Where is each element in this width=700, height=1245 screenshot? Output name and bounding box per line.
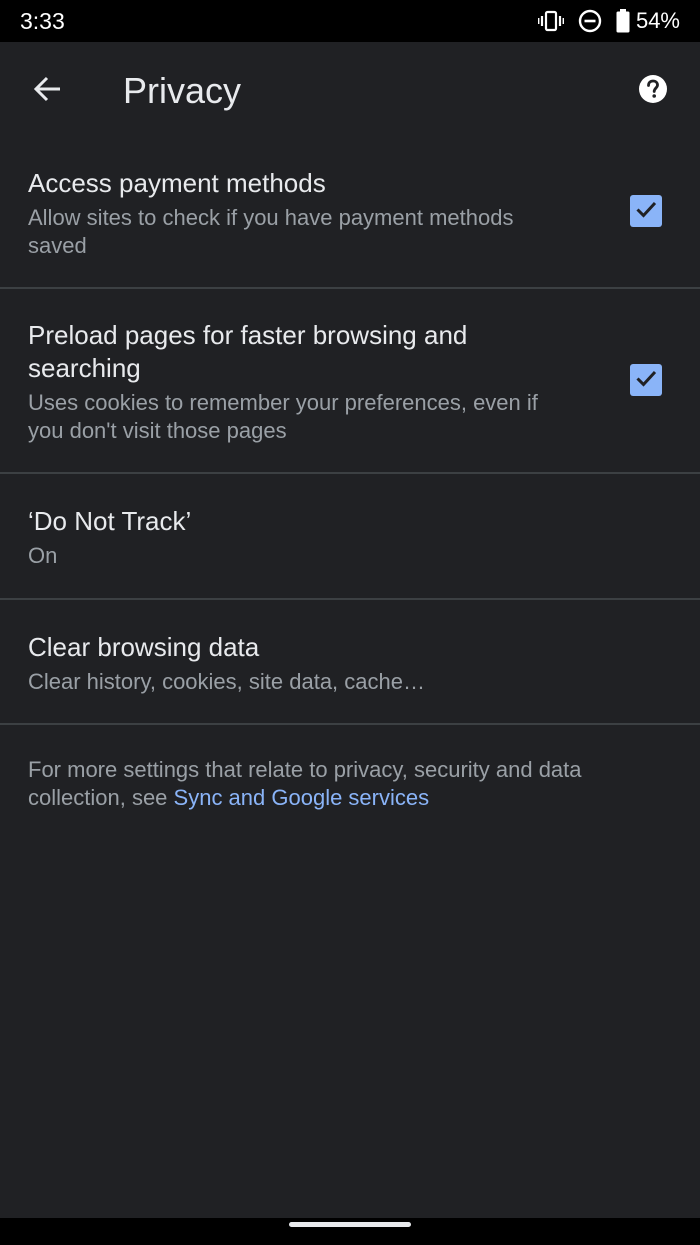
help-button[interactable] bbox=[628, 66, 678, 116]
sync-and-google-services-link[interactable]: Sync and Google services bbox=[174, 785, 430, 810]
setting-summary: On bbox=[28, 543, 58, 568]
privacy-settings-screen: 3:33 54% Privacy Access payment methods … bbox=[0, 0, 700, 1245]
setting-clear-browsing-data[interactable]: Clear browsing data Clear history, cooki… bbox=[0, 600, 700, 725]
app-bar: Privacy bbox=[0, 42, 700, 140]
setting-summary: Uses cookies to remember your preference… bbox=[28, 390, 538, 443]
payment-methods-checkbox[interactable] bbox=[630, 195, 662, 227]
help-icon bbox=[638, 74, 668, 109]
setting-summary: Clear history, cookies, site data, cache… bbox=[28, 669, 425, 694]
back-arrow-icon bbox=[32, 74, 62, 109]
vibrate-icon bbox=[537, 10, 564, 32]
setting-access-payment-methods[interactable]: Access payment methods Allow sites to ch… bbox=[0, 140, 700, 289]
page-title: Privacy bbox=[123, 70, 242, 111]
setting-summary: Allow sites to check if you have payment… bbox=[28, 205, 514, 258]
battery-icon bbox=[616, 9, 630, 33]
back-button[interactable] bbox=[22, 66, 72, 116]
setting-title: ‘Do Not Track’ bbox=[28, 506, 192, 536]
setting-title: Clear browsing data bbox=[28, 632, 260, 662]
setting-preload-pages[interactable]: Preload pages for faster browsing and se… bbox=[0, 289, 700, 474]
navigation-bar bbox=[0, 1218, 700, 1245]
status-time: 3:33 bbox=[20, 8, 65, 34]
setting-do-not-track[interactable]: ‘Do Not Track’ On bbox=[0, 474, 700, 600]
setting-title: Access payment methods bbox=[28, 168, 326, 198]
home-gesture-handle[interactable] bbox=[289, 1222, 411, 1227]
setting-title: Preload pages for faster browsing and se… bbox=[28, 320, 468, 383]
footer-note: For more settings that relate to privacy… bbox=[28, 756, 668, 812]
status-bar: 3:33 54% bbox=[0, 0, 700, 42]
settings-list: Access payment methods Allow sites to ch… bbox=[0, 140, 700, 725]
checkmark-icon bbox=[634, 197, 658, 226]
checkmark-icon bbox=[634, 366, 658, 395]
do-not-disturb-icon bbox=[578, 9, 602, 33]
status-icons: 54% bbox=[537, 7, 680, 35]
battery-percentage: 54% bbox=[635, 8, 680, 33]
preload-pages-checkbox[interactable] bbox=[630, 364, 662, 396]
